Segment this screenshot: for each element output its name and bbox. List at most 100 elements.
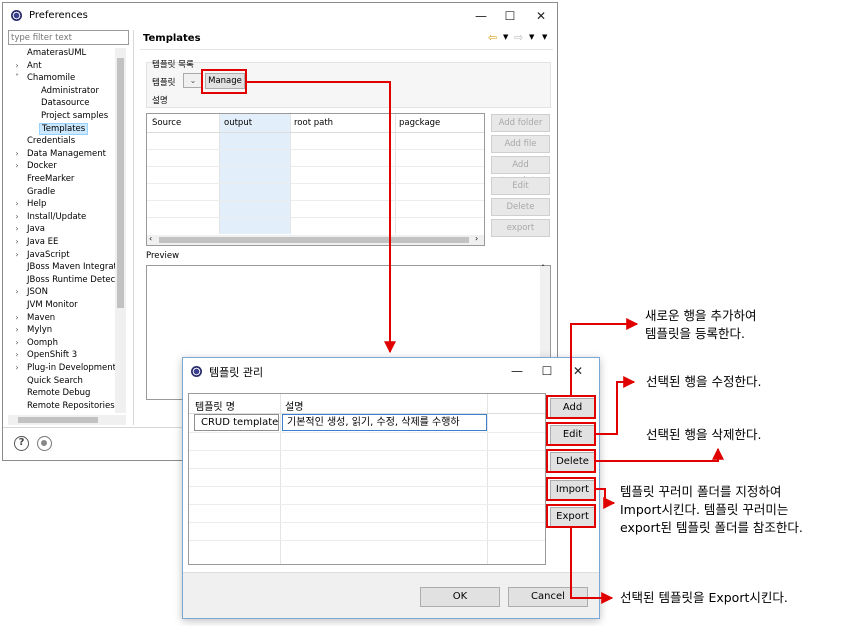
nav-back-icon[interactable]: ⇦: [488, 31, 497, 44]
row-line: [147, 217, 484, 218]
chevron-right-icon[interactable]: ›: [12, 148, 22, 161]
table-hscrollbar-thumb[interactable]: [159, 237, 469, 243]
template-name-cell[interactable]: CRUD template: [194, 414, 279, 431]
tree-item-label: AmaterasUML: [27, 48, 87, 58]
tree-item-label: OpenShift 3: [27, 350, 78, 361]
tree-item-label: Datasource: [41, 98, 90, 109]
row-line: [147, 166, 484, 167]
row-line: [189, 486, 545, 487]
row-line: [189, 522, 545, 523]
template-select[interactable]: ⌄: [183, 73, 203, 88]
chevron-right-icon[interactable]: ›: [12, 160, 22, 173]
preferences-title: Preferences: [29, 10, 88, 21]
template-list-label: 템플릿 목록: [152, 60, 194, 70]
eclipse-icon: [11, 10, 22, 21]
edit-annotation: 선택된 행을 수정한다.: [646, 374, 762, 389]
row-line: [189, 540, 545, 541]
table-hscrollbar[interactable]: ‹ ›: [147, 234, 484, 245]
export-highlight-box: [546, 504, 596, 528]
tree-item-label: Mylyn: [27, 325, 53, 336]
chevron-right-icon[interactable]: ›: [12, 324, 22, 337]
table-header-output[interactable]: output: [224, 118, 252, 128]
edit-arrow: [596, 376, 636, 435]
dialog-header-name[interactable]: 템플릿 명: [195, 398, 235, 413]
section-title: Templates: [143, 33, 201, 44]
add-file-button[interactable]: Add file: [491, 135, 550, 153]
template-description-cell[interactable]: 기본적인 생성, 읽기, 수정, 삭제를 수행하: [282, 414, 487, 431]
help-icon[interactable]: ?: [14, 436, 29, 451]
export-button[interactable]: export: [491, 219, 550, 237]
tree-item-label: Java EE: [27, 237, 59, 247]
row-line: [147, 200, 484, 201]
delete-arrow: [596, 447, 724, 462]
chevron-right-icon[interactable]: ›: [12, 249, 22, 262]
ok-button[interactable]: OK: [420, 587, 500, 607]
minimize-icon[interactable]: —: [470, 7, 492, 25]
description-label: 설명: [152, 96, 168, 106]
scroll-right-icon[interactable]: ›: [475, 234, 478, 243]
view-menu-icon[interactable]: ▼: [542, 33, 547, 41]
chevron-right-icon[interactable]: ›: [12, 349, 22, 362]
manage-highlight-box: [201, 69, 247, 94]
scroll-left-icon[interactable]: ‹: [149, 234, 152, 243]
tree-item-label: JSON: [27, 287, 48, 298]
dialog-maximize-icon[interactable]: ☐: [536, 362, 558, 380]
tree-item-label: Quick Search: [27, 375, 83, 386]
scroll-up-icon[interactable]: ˆ: [541, 264, 545, 273]
nav-forward-icon[interactable]: ⇨: [514, 31, 523, 44]
chevron-right-icon[interactable]: ›: [12, 223, 22, 236]
dialog-minimize-icon[interactable]: —: [506, 362, 528, 380]
chevron-right-icon[interactable]: ›: [12, 236, 22, 249]
tree-hscrollbar[interactable]: [8, 415, 126, 425]
tree-hscrollbar-thumb[interactable]: [18, 417, 98, 423]
table-row[interactable]: CRUD template 기본적인 생성, 읽기, 수정, 삭제를 수행하: [189, 414, 545, 431]
chevron-right-icon[interactable]: ›: [12, 198, 22, 211]
dialog-header-description[interactable]: 설명: [285, 398, 303, 413]
filter-input[interactable]: [8, 30, 129, 45]
tree-item-label: Maven: [27, 312, 56, 323]
chevron-right-icon[interactable]: ›: [12, 286, 22, 299]
chevron-right-icon[interactable]: ›: [12, 211, 22, 224]
row-line: [189, 450, 545, 451]
tree-scrollbar[interactable]: [115, 48, 126, 413]
row-line: [147, 149, 484, 150]
tree-item-label: Administrator: [41, 85, 99, 96]
chevron-right-icon[interactable]: ›: [12, 312, 22, 325]
add-folder-button[interactable]: Add folder: [491, 114, 550, 132]
chevron-right-icon[interactable]: ›: [12, 60, 22, 73]
tree-item-label: JavaScript: [27, 249, 70, 260]
row-line: [189, 468, 545, 469]
preferences-tree: AmaterasUML › Ant ˅ Chamomile Administrator Da…: [11, 47, 125, 417]
nav-back-menu-icon[interactable]: ▼: [503, 33, 508, 41]
chevron-right-icon[interactable]: ›: [12, 337, 22, 350]
dialog-titlebar: 템플릿 관리 — ☐ ✕: [183, 358, 599, 384]
sash[interactable]: [133, 30, 134, 425]
record-icon[interactable]: [37, 436, 52, 451]
dialog-title: 템플릿 관리: [209, 366, 264, 379]
table-header-root-path[interactable]: root path: [294, 118, 333, 128]
close-icon[interactable]: ✕: [530, 7, 552, 25]
add-template-button[interactable]: Add template: [491, 156, 550, 186]
tree-item-label: Project samples: [41, 111, 109, 121]
cancel-button[interactable]: Cancel: [508, 587, 588, 607]
preferences-titlebar: Preferences — ☐ ✕: [3, 3, 557, 29]
table-header-package[interactable]: pagckage: [399, 118, 440, 128]
tree-item-label: Remote Repositories: [27, 400, 115, 411]
delete-button[interactable]: Delete: [491, 198, 550, 216]
tree-scrollbar-thumb[interactable]: [117, 58, 124, 308]
nav-forward-menu-icon[interactable]: ▼: [529, 33, 534, 41]
import-highlight-box: [546, 477, 596, 501]
preview-label: Preview: [146, 251, 180, 261]
dialog-close-icon[interactable]: ✕: [567, 362, 589, 380]
chevron-down-icon[interactable]: ˅: [12, 72, 22, 85]
export-annotation: 선택된 템플릿을 Export시킨다.: [620, 590, 788, 605]
template-manage-dialog: 템플릿 관리 — ☐ ✕ 템플릿 명 설명 CRUD template 기본적인…: [182, 357, 600, 619]
chevron-right-icon[interactable]: ›: [12, 362, 22, 375]
row-line: [189, 432, 545, 433]
table-header-source[interactable]: Source: [152, 118, 181, 128]
edit-button[interactable]: Edit: [491, 177, 550, 195]
tree-item-label: Remote Debug: [27, 388, 91, 399]
record-dot: [41, 440, 47, 446]
tree-item-label: JBoss Runtime Detection: [27, 274, 125, 285]
maximize-icon[interactable]: ☐: [499, 7, 521, 25]
